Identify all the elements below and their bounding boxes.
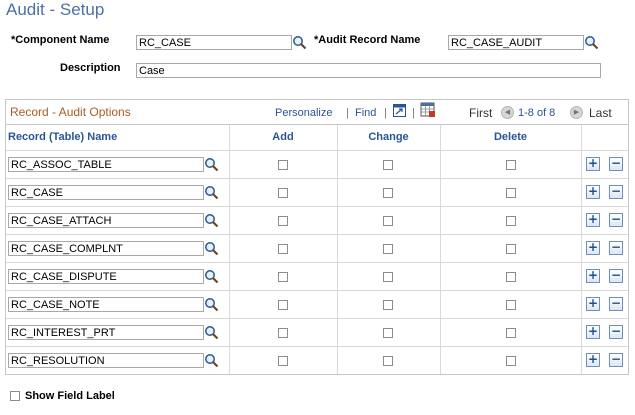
column-header-add[interactable]: Add — [229, 125, 337, 149]
view-all-icon[interactable] — [392, 103, 407, 118]
first-label: First — [469, 106, 493, 120]
delete-checkbox[interactable] — [506, 328, 516, 338]
add-row-button[interactable]: + — [586, 213, 600, 227]
change-checkbox[interactable] — [383, 300, 393, 310]
add-row-button[interactable]: + — [586, 353, 600, 367]
show-field-label-text: Show Field Label — [25, 390, 115, 402]
delete-checkbox[interactable] — [506, 244, 516, 254]
change-checkbox[interactable] — [383, 272, 393, 282]
change-checkbox[interactable] — [383, 356, 393, 366]
table-row: + − — [6, 290, 628, 318]
magnifier-icon[interactable] — [204, 213, 219, 228]
add-checkbox[interactable] — [278, 244, 288, 254]
record-name-input[interactable] — [8, 185, 204, 200]
column-header-record[interactable]: Record (Table) Name — [8, 125, 228, 149]
delete-row-button[interactable]: − — [609, 325, 623, 339]
table-row: + − — [6, 206, 628, 234]
column-header-delete[interactable]: Delete — [440, 125, 581, 149]
delete-row-button[interactable]: − — [609, 185, 623, 199]
delete-row-button[interactable]: − — [609, 269, 623, 283]
personalize-link[interactable]: Personalize — [275, 107, 332, 119]
previous-arrow-icon[interactable]: ◀ — [501, 106, 514, 119]
change-checkbox[interactable] — [383, 160, 393, 170]
next-arrow-icon[interactable]: ▶ — [570, 106, 583, 119]
add-checkbox[interactable] — [278, 272, 288, 282]
delete-checkbox[interactable] — [506, 356, 516, 366]
change-checkbox[interactable] — [383, 216, 393, 226]
record-name-input[interactable] — [8, 353, 204, 368]
delete-row-button[interactable]: − — [609, 213, 623, 227]
add-checkbox[interactable] — [278, 356, 288, 366]
change-checkbox[interactable] — [383, 244, 393, 254]
magnifier-icon[interactable] — [204, 185, 219, 200]
delete-checkbox[interactable] — [506, 160, 516, 170]
delete-checkbox[interactable] — [506, 216, 516, 226]
add-row-button[interactable]: + — [586, 325, 600, 339]
page-title: Audit - Setup — [6, 0, 105, 19]
delete-checkbox[interactable] — [506, 272, 516, 282]
find-link[interactable]: Find — [355, 107, 376, 119]
add-row-button[interactable]: + — [586, 241, 600, 255]
grid-title: Record - Audit Options — [10, 105, 131, 119]
table-row: + − — [6, 234, 628, 262]
delete-row-button[interactable]: − — [609, 353, 623, 367]
add-row-button[interactable]: + — [586, 269, 600, 283]
magnifier-icon[interactable] — [204, 297, 219, 312]
magnifier-icon[interactable] — [204, 353, 219, 368]
record-audit-options-grid: Record - Audit Options Personalize | Fin… — [5, 99, 629, 375]
add-checkbox[interactable] — [278, 160, 288, 170]
magnifier-icon[interactable] — [204, 269, 219, 284]
add-row-button[interactable]: + — [586, 297, 600, 311]
table-row: + − — [6, 150, 628, 178]
table-row: + − — [6, 318, 628, 346]
change-checkbox[interactable] — [383, 188, 393, 198]
add-checkbox[interactable] — [278, 188, 288, 198]
show-field-label-checkbox[interactable] — [10, 391, 20, 401]
add-row-button[interactable]: + — [586, 157, 600, 171]
component-name-label: *Component Name — [11, 34, 110, 46]
record-name-input[interactable] — [8, 157, 204, 172]
add-checkbox[interactable] — [278, 216, 288, 226]
delete-row-button[interactable]: − — [609, 297, 623, 311]
description-input[interactable] — [136, 63, 601, 78]
description-label: Description — [60, 62, 121, 74]
nav-separator: | — [384, 107, 387, 119]
add-checkbox[interactable] — [278, 300, 288, 310]
table-row: + − — [6, 346, 628, 374]
delete-row-button[interactable]: − — [609, 241, 623, 255]
nav-separator: | — [346, 107, 349, 119]
delete-checkbox[interactable] — [506, 300, 516, 310]
magnifier-icon[interactable] — [584, 35, 599, 50]
record-name-input[interactable] — [8, 297, 204, 312]
record-name-input[interactable] — [8, 325, 204, 340]
row-range: 1-8 of 8 — [518, 107, 556, 119]
delete-row-button[interactable]: − — [609, 157, 623, 171]
grid-header-bar: Record - Audit Options Personalize | Fin… — [6, 100, 628, 125]
record-name-input[interactable] — [8, 269, 204, 284]
audit-record-name-input[interactable] — [448, 35, 584, 50]
delete-checkbox[interactable] — [506, 188, 516, 198]
record-name-input[interactable] — [8, 213, 204, 228]
magnifier-icon[interactable] — [204, 325, 219, 340]
magnifier-icon[interactable] — [204, 241, 219, 256]
magnifier-icon[interactable] — [292, 35, 307, 50]
audit-record-name-label: *Audit Record Name — [314, 34, 421, 46]
nav-separator: | — [412, 107, 415, 119]
add-checkbox[interactable] — [278, 328, 288, 338]
column-header-change[interactable]: Change — [337, 125, 440, 149]
add-row-button[interactable]: + — [586, 185, 600, 199]
magnifier-icon[interactable] — [204, 157, 219, 172]
record-name-input[interactable] — [8, 241, 204, 256]
component-name-input[interactable] — [136, 35, 292, 50]
download-to-excel-icon[interactable] — [420, 102, 436, 118]
table-row: + − — [6, 178, 628, 206]
change-checkbox[interactable] — [383, 328, 393, 338]
last-label: Last — [589, 106, 612, 120]
table-row: + − — [6, 262, 628, 290]
